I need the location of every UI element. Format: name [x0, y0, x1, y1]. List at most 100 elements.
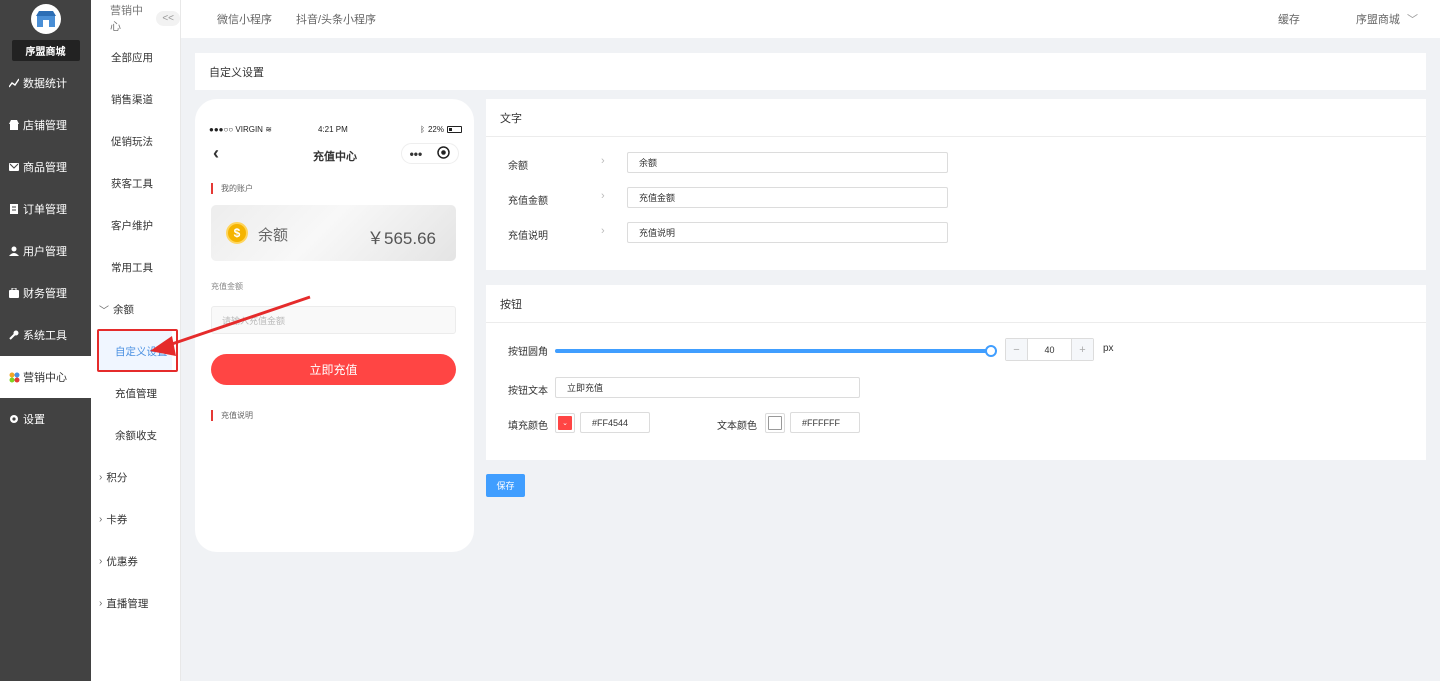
submenu-item-all-apps[interactable]: 全部应用 — [91, 36, 180, 78]
amount-label: 充值金额 — [211, 282, 243, 291]
phone-nav-bar: ‹ 充值中心 ••• — [211, 143, 459, 165]
fill-color-input[interactable]: #FF4544 — [580, 412, 650, 433]
status-time: 4:21 PM — [318, 125, 348, 134]
submenu-group-cards[interactable]: › 卡券 — [91, 498, 180, 540]
status-right: ᛒ 22% — [420, 125, 462, 134]
radius-stepper: − 40 + — [1005, 338, 1094, 361]
store-icon — [8, 119, 20, 131]
nav-item-label: 系统工具 — [23, 330, 67, 342]
text-color-label: 文本颜色 — [717, 421, 757, 432]
goods-icon — [8, 161, 20, 173]
desc-text-input[interactable]: 充值说明 — [627, 222, 948, 243]
balance-value: ￥565.66 — [367, 229, 436, 248]
balance-card: $ 余额 ￥565.66 — [211, 205, 456, 261]
nav-item-label: 设置 — [23, 414, 45, 426]
store-switcher-label: 序盟商城 — [1355, 14, 1400, 26]
tab-douyin-miniprogram[interactable]: 抖音/头条小程序 — [296, 11, 376, 27]
more-dots-icon[interactable]: ••• — [410, 147, 423, 161]
chevron-right-icon: › — [601, 155, 605, 167]
tab-wechat-miniprogram[interactable]: 微信小程序 — [217, 11, 272, 27]
balance-text-input[interactable]: 余额 — [627, 152, 948, 173]
radius-slider-fill — [555, 349, 991, 353]
text-row-label-balance: 余额 — [508, 161, 528, 172]
button-text-input[interactable]: 立即充值 — [555, 377, 860, 398]
close-target-icon[interactable] — [437, 145, 451, 162]
nav-item-label: 用户管理 — [23, 246, 67, 258]
nav-item-users[interactable]: 用户管理 — [0, 230, 91, 272]
coin-dollar-icon: $ — [226, 222, 248, 244]
radius-slider-handle[interactable] — [985, 345, 997, 357]
page-title: 自定义设置 — [209, 66, 264, 79]
submenu-group-label: 积分 — [106, 471, 128, 484]
text-color-input[interactable]: #FFFFFF — [790, 412, 860, 433]
text-row-label-desc: 充值说明 — [508, 231, 548, 242]
increment-button[interactable]: + — [1072, 339, 1093, 360]
top-right-actions: 缓存 序盟商城 ﹀ — [1250, 11, 1440, 27]
recharge-now-button[interactable]: 立即充值 — [211, 354, 456, 385]
miniprogram-capsule[interactable]: ••• — [401, 143, 459, 164]
submenu-item-recharge-management[interactable]: 充值管理 — [91, 372, 180, 414]
submenu-item-acquisition[interactable]: 获客工具 — [91, 162, 180, 204]
nav-item-label: 订单管理 — [23, 204, 67, 216]
submenu-group-balance[interactable]: ﹀ 余额 — [91, 288, 180, 330]
top-bar: 微信小程序 抖音/头条小程序 缓存 序盟商城 ﹀ — [181, 0, 1440, 38]
page-title-bar: 自定义设置 — [195, 53, 1426, 90]
decrement-button[interactable]: − — [1006, 339, 1027, 360]
carrier-text: ●●●○○ VIRGIN ≋ — [209, 125, 272, 134]
submenu-item-balance-flow[interactable]: 余额收支 — [91, 414, 180, 456]
text-settings-panel: 文字 余额 › 余额 充值金额 › 充值金额 充值说明 › 充值说明 — [486, 99, 1426, 270]
submenu-group-label: 卡券 — [106, 513, 128, 526]
collapse-button[interactable]: << — [156, 10, 180, 26]
nav-item-stats[interactable]: 数据统计 — [0, 62, 91, 104]
marketing-icon — [8, 371, 20, 383]
submenu-item-sales-channels[interactable]: 销售渠道 — [91, 78, 180, 120]
nav-item-goods[interactable]: 商品管理 — [0, 146, 91, 188]
submenu-group-label: 优惠券 — [106, 555, 138, 568]
brand-logo-area: 序盟商城 — [0, 0, 91, 62]
submenu-header: 营销中心 << — [91, 0, 180, 36]
chevron-right-icon: › — [601, 190, 605, 202]
radius-label: 按钮圆角 — [508, 347, 548, 358]
radius-unit: px — [1103, 343, 1114, 354]
chevron-right-icon: › — [99, 513, 103, 525]
submenu-item-custom-settings[interactable]: 自定义设置 — [99, 330, 172, 372]
recharge-desc-label: 充值说明 — [211, 410, 253, 421]
nav-item-label: 商品管理 — [23, 162, 67, 174]
submenu-group-points[interactable]: › 积分 — [91, 456, 180, 498]
fill-color-picker[interactable]: ⌄ — [555, 413, 575, 433]
nav-item-marketing[interactable]: 营销中心 — [0, 356, 91, 398]
amount-text-input[interactable]: 充值金额 — [627, 187, 948, 208]
store-switcher[interactable]: 序盟商城 ﹀ — [1328, 11, 1418, 27]
store-logo-icon — [30, 4, 61, 34]
cache-button[interactable]: 缓存 — [1278, 11, 1300, 27]
button-settings-panel: 按钮 按钮圆角 − 40 + px 按钮文本 立即充值 填充颜色 ⌄ #FF45… — [486, 285, 1426, 460]
bluetooth-icon: ᛒ — [420, 125, 425, 134]
radius-value[interactable]: 40 — [1027, 339, 1072, 360]
text-color-picker[interactable] — [765, 413, 785, 433]
chevron-right-icon: › — [601, 225, 605, 237]
submenu-item-promotions[interactable]: 促销玩法 — [91, 120, 180, 162]
nav-item-label: 店铺管理 — [23, 120, 67, 132]
nav-item-store[interactable]: 店铺管理 — [0, 104, 91, 146]
gear-icon — [8, 413, 20, 425]
nav-item-finance[interactable]: 财务管理 — [0, 272, 91, 314]
nav-item-orders[interactable]: 订单管理 — [0, 188, 91, 230]
text-panel-title: 文字 — [486, 99, 1426, 137]
save-button[interactable]: 保存 — [486, 474, 525, 497]
wifi-icon: ≋ — [265, 125, 272, 134]
submenu-group-label: 直播管理 — [106, 597, 149, 610]
submenu-group-live[interactable]: › 直播管理 — [91, 582, 180, 624]
submenu-item-common-tools[interactable]: 常用工具 — [91, 246, 180, 288]
radius-slider[interactable] — [555, 345, 997, 357]
nav-item-tools[interactable]: 系统工具 — [0, 314, 91, 356]
amount-input[interactable]: 请输入充值金额 — [211, 306, 456, 334]
phone-preview: ●●●○○ VIRGIN ≋ 4:21 PM ᛒ 22% ‹ 充值中心 ••• … — [195, 99, 474, 552]
submenu-group-coupons[interactable]: › 优惠券 — [91, 540, 180, 582]
nav-item-settings[interactable]: 设置 — [0, 398, 91, 440]
color-swatch — [768, 416, 782, 430]
submenu-item-retention[interactable]: 客户维护 — [91, 204, 180, 246]
account-section-label: 我的账户 — [211, 183, 253, 194]
submenu-title: 营销中心 — [110, 5, 143, 33]
balance-label: 余额 — [258, 227, 289, 244]
submenu-panel: 营销中心 << 全部应用 销售渠道 促销玩法 获客工具 客户维护 常用工具 ﹀ … — [91, 0, 181, 681]
